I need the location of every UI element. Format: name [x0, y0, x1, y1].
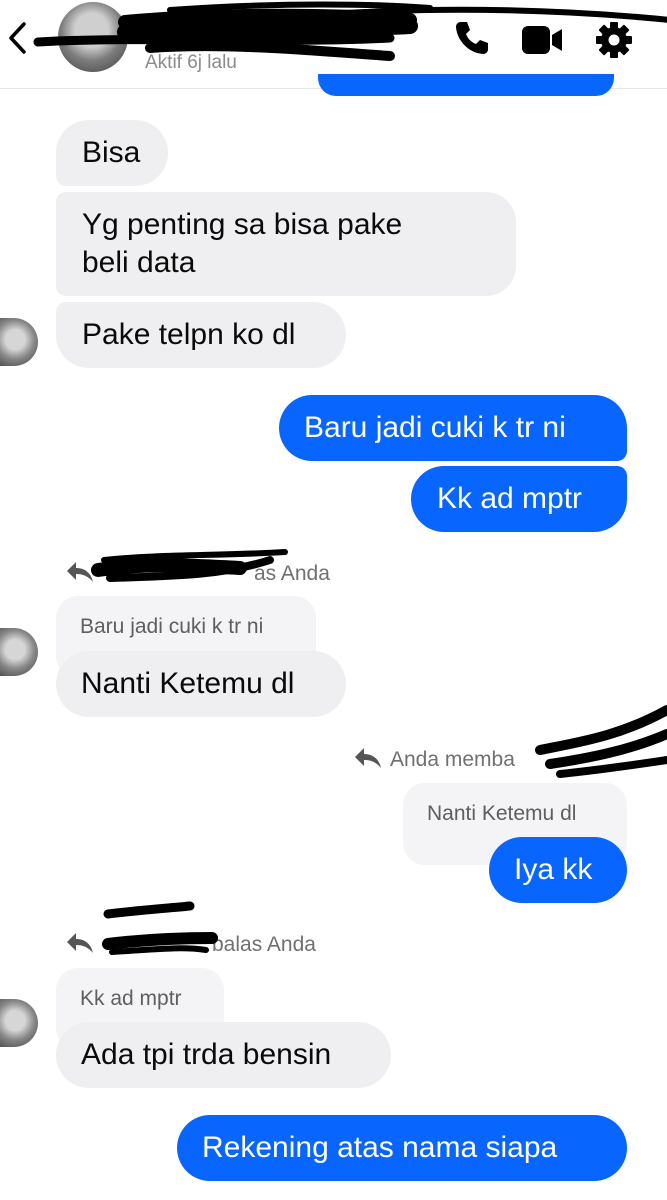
- name-redaction: [102, 932, 218, 955]
- reply-label: balas Anda: [212, 933, 316, 956]
- contact-avatar-small[interactable]: [0, 999, 38, 1047]
- contact-avatar[interactable]: [58, 2, 128, 72]
- contact-avatar-small[interactable]: [0, 628, 38, 676]
- received-message[interactable]: Nanti Ketemu dl: [56, 651, 346, 717]
- contact-avatar-small[interactable]: [0, 318, 38, 366]
- name-redaction: [535, 705, 667, 778]
- active-status: Aktif 6j lalu: [145, 52, 237, 73]
- chevron-left-icon[interactable]: [4, 18, 30, 58]
- received-message[interactable]: Ada tpi trda bensin: [56, 1022, 391, 1088]
- name-redaction: [103, 901, 195, 919]
- received-message[interactable]: Pake telpn ko dl: [56, 302, 346, 368]
- video-camera-icon[interactable]: [522, 24, 564, 56]
- received-message[interactable]: Bisa: [56, 120, 168, 186]
- received-message[interactable]: Yg penting sa bisa pake beli data: [56, 192, 516, 296]
- phone-icon[interactable]: [452, 18, 492, 58]
- sent-message[interactable]: Baru jadi cuki k tr ni: [279, 395, 627, 461]
- reply-label: as Anda: [254, 562, 330, 585]
- previous-sent-bubble: [318, 74, 614, 96]
- sent-message[interactable]: Iya kk: [489, 837, 627, 903]
- sent-message[interactable]: Rekening atas nama siapa: [177, 1115, 627, 1181]
- reply-arrow-icon: [67, 562, 93, 582]
- reply-arrow-icon: [355, 748, 381, 768]
- reply-arrow-icon: [67, 933, 93, 953]
- reply-label: Anda memba: [390, 748, 515, 771]
- gear-icon[interactable]: [594, 20, 634, 60]
- sent-message[interactable]: Kk ad mptr: [411, 466, 627, 532]
